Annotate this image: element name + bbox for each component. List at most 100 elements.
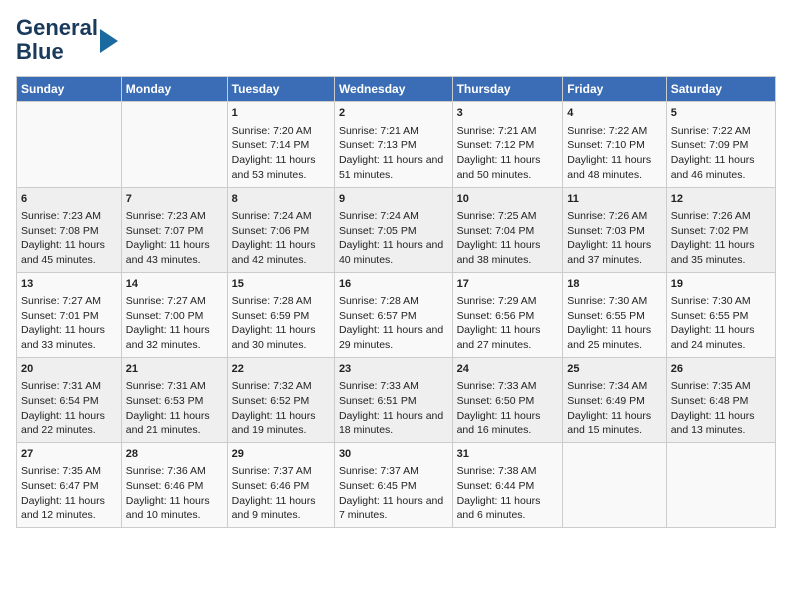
sunset: Sunset: 6:59 PM — [232, 310, 310, 322]
day-cell: 6 Sunrise: 7:23 AM Sunset: 7:08 PM Dayli… — [17, 187, 122, 272]
sunrise: Sunrise: 7:27 AM — [126, 295, 206, 307]
day-cell: 15 Sunrise: 7:28 AM Sunset: 6:59 PM Dayl… — [227, 272, 334, 357]
day-number: 29 — [232, 447, 330, 462]
sunrise: Sunrise: 7:25 AM — [457, 210, 537, 222]
day-cell: 1 Sunrise: 7:20 AM Sunset: 7:14 PM Dayli… — [227, 102, 334, 187]
day-cell: 12 Sunrise: 7:26 AM Sunset: 7:02 PM Dayl… — [666, 187, 775, 272]
sunset: Sunset: 6:49 PM — [567, 395, 645, 407]
sunset: Sunset: 6:47 PM — [21, 480, 99, 492]
day-cell: 20 Sunrise: 7:31 AM Sunset: 6:54 PM Dayl… — [17, 357, 122, 442]
day-cell: 16 Sunrise: 7:28 AM Sunset: 6:57 PM Dayl… — [334, 272, 452, 357]
sunset: Sunset: 7:07 PM — [126, 225, 204, 237]
day-cell: 13 Sunrise: 7:27 AM Sunset: 7:01 PM Dayl… — [17, 272, 122, 357]
daylight: Daylight: 11 hours and 53 minutes. — [232, 154, 316, 181]
sunrise: Sunrise: 7:30 AM — [671, 295, 751, 307]
daylight: Daylight: 11 hours and 12 minutes. — [21, 495, 105, 522]
calendar-table: SundayMondayTuesdayWednesdayThursdayFrid… — [16, 76, 776, 528]
sunset: Sunset: 6:44 PM — [457, 480, 535, 492]
col-header-monday: Monday — [121, 77, 227, 102]
day-cell: 14 Sunrise: 7:27 AM Sunset: 7:00 PM Dayl… — [121, 272, 227, 357]
sunrise: Sunrise: 7:21 AM — [339, 125, 419, 137]
daylight: Daylight: 11 hours and 50 minutes. — [457, 154, 541, 181]
sunrise: Sunrise: 7:37 AM — [339, 465, 419, 477]
day-cell: 25 Sunrise: 7:34 AM Sunset: 6:49 PM Dayl… — [563, 357, 666, 442]
daylight: Daylight: 11 hours and 7 minutes. — [339, 495, 443, 522]
day-number: 2 — [339, 106, 448, 121]
day-number: 9 — [339, 192, 448, 207]
day-number: 27 — [21, 447, 117, 462]
day-cell — [666, 442, 775, 527]
header-row: SundayMondayTuesdayWednesdayThursdayFrid… — [17, 77, 776, 102]
sunrise: Sunrise: 7:26 AM — [671, 210, 751, 222]
sunrise: Sunrise: 7:36 AM — [126, 465, 206, 477]
sunset: Sunset: 6:51 PM — [339, 395, 417, 407]
day-cell: 5 Sunrise: 7:22 AM Sunset: 7:09 PM Dayli… — [666, 102, 775, 187]
sunrise: Sunrise: 7:30 AM — [567, 295, 647, 307]
sunrise: Sunrise: 7:28 AM — [339, 295, 419, 307]
daylight: Daylight: 11 hours and 29 minutes. — [339, 324, 443, 351]
day-number: 24 — [457, 362, 559, 377]
day-cell: 31 Sunrise: 7:38 AM Sunset: 6:44 PM Dayl… — [452, 442, 563, 527]
sunrise: Sunrise: 7:33 AM — [457, 380, 537, 392]
sunset: Sunset: 7:00 PM — [126, 310, 204, 322]
day-cell: 28 Sunrise: 7:36 AM Sunset: 6:46 PM Dayl… — [121, 442, 227, 527]
day-cell: 9 Sunrise: 7:24 AM Sunset: 7:05 PM Dayli… — [334, 187, 452, 272]
daylight: Daylight: 11 hours and 38 minutes. — [457, 239, 541, 266]
sunset: Sunset: 7:12 PM — [457, 139, 535, 151]
day-cell: 7 Sunrise: 7:23 AM Sunset: 7:07 PM Dayli… — [121, 187, 227, 272]
daylight: Daylight: 11 hours and 6 minutes. — [457, 495, 541, 522]
sunset: Sunset: 7:13 PM — [339, 139, 417, 151]
sunrise: Sunrise: 7:22 AM — [567, 125, 647, 137]
day-cell — [121, 102, 227, 187]
day-cell: 23 Sunrise: 7:33 AM Sunset: 6:51 PM Dayl… — [334, 357, 452, 442]
sunset: Sunset: 6:46 PM — [126, 480, 204, 492]
day-number: 12 — [671, 192, 771, 207]
day-cell: 10 Sunrise: 7:25 AM Sunset: 7:04 PM Dayl… — [452, 187, 563, 272]
logo-arrow-icon — [100, 29, 118, 53]
week-row-3: 13 Sunrise: 7:27 AM Sunset: 7:01 PM Dayl… — [17, 272, 776, 357]
day-number: 28 — [126, 447, 223, 462]
sunset: Sunset: 7:09 PM — [671, 139, 749, 151]
day-number: 4 — [567, 106, 661, 121]
day-cell: 22 Sunrise: 7:32 AM Sunset: 6:52 PM Dayl… — [227, 357, 334, 442]
day-cell: 2 Sunrise: 7:21 AM Sunset: 7:13 PM Dayli… — [334, 102, 452, 187]
day-number: 30 — [339, 447, 448, 462]
col-header-thursday: Thursday — [452, 77, 563, 102]
week-row-5: 27 Sunrise: 7:35 AM Sunset: 6:47 PM Dayl… — [17, 442, 776, 527]
daylight: Daylight: 11 hours and 43 minutes. — [126, 239, 210, 266]
day-cell: 27 Sunrise: 7:35 AM Sunset: 6:47 PM Dayl… — [17, 442, 122, 527]
day-number: 22 — [232, 362, 330, 377]
sunrise: Sunrise: 7:37 AM — [232, 465, 312, 477]
daylight: Daylight: 11 hours and 15 minutes. — [567, 410, 651, 437]
col-header-saturday: Saturday — [666, 77, 775, 102]
sunset: Sunset: 6:55 PM — [671, 310, 749, 322]
col-header-friday: Friday — [563, 77, 666, 102]
sunrise: Sunrise: 7:27 AM — [21, 295, 101, 307]
daylight: Daylight: 11 hours and 46 minutes. — [671, 154, 755, 181]
daylight: Daylight: 11 hours and 16 minutes. — [457, 410, 541, 437]
day-cell: 26 Sunrise: 7:35 AM Sunset: 6:48 PM Dayl… — [666, 357, 775, 442]
sunset: Sunset: 6:57 PM — [339, 310, 417, 322]
sunset: Sunset: 6:45 PM — [339, 480, 417, 492]
day-cell — [563, 442, 666, 527]
sunrise: Sunrise: 7:23 AM — [126, 210, 206, 222]
day-cell: 17 Sunrise: 7:29 AM Sunset: 6:56 PM Dayl… — [452, 272, 563, 357]
day-number: 23 — [339, 362, 448, 377]
day-cell: 3 Sunrise: 7:21 AM Sunset: 7:12 PM Dayli… — [452, 102, 563, 187]
sunset: Sunset: 6:55 PM — [567, 310, 645, 322]
sunrise: Sunrise: 7:28 AM — [232, 295, 312, 307]
day-cell: 11 Sunrise: 7:26 AM Sunset: 7:03 PM Dayl… — [563, 187, 666, 272]
sunrise: Sunrise: 7:26 AM — [567, 210, 647, 222]
daylight: Daylight: 11 hours and 51 minutes. — [339, 154, 443, 181]
sunset: Sunset: 7:06 PM — [232, 225, 310, 237]
daylight: Daylight: 11 hours and 37 minutes. — [567, 239, 651, 266]
daylight: Daylight: 11 hours and 32 minutes. — [126, 324, 210, 351]
daylight: Daylight: 11 hours and 40 minutes. — [339, 239, 443, 266]
day-number: 18 — [567, 277, 661, 292]
sunset: Sunset: 6:54 PM — [21, 395, 99, 407]
sunrise: Sunrise: 7:38 AM — [457, 465, 537, 477]
day-number: 20 — [21, 362, 117, 377]
daylight: Daylight: 11 hours and 35 minutes. — [671, 239, 755, 266]
day-cell: 18 Sunrise: 7:30 AM Sunset: 6:55 PM Dayl… — [563, 272, 666, 357]
sunset: Sunset: 6:50 PM — [457, 395, 535, 407]
